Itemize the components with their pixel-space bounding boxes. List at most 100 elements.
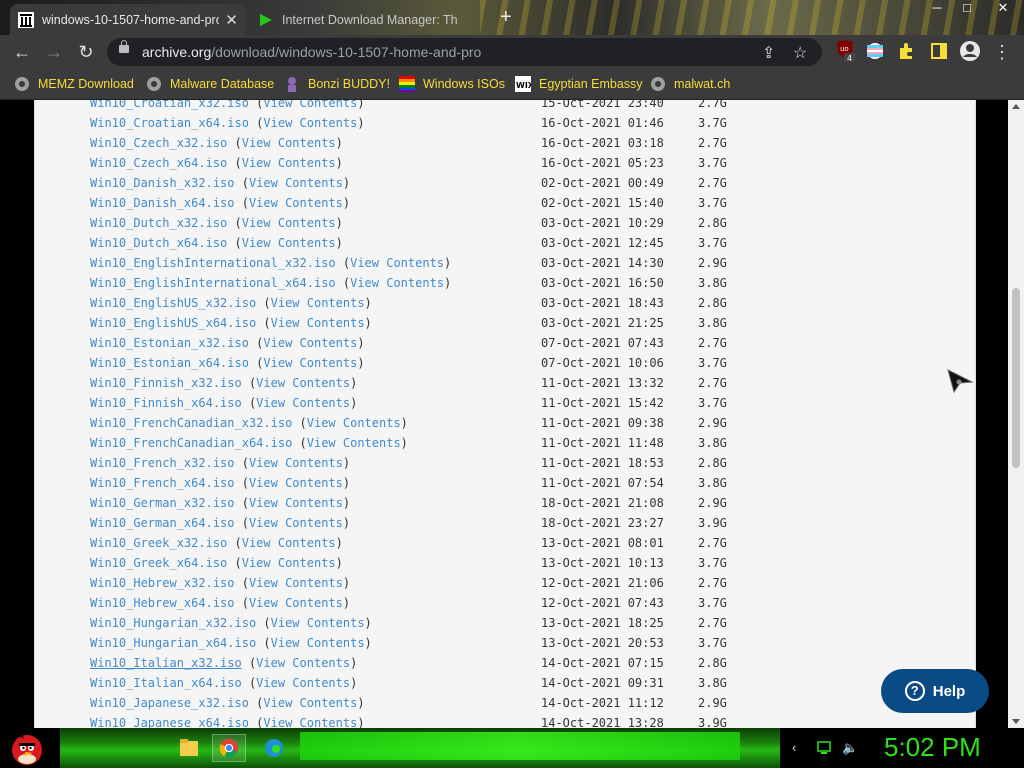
bookmark-star-icon[interactable]: ☆ <box>793 43 807 63</box>
view-contents-link[interactable]: View Contents <box>249 476 343 490</box>
view-contents-link[interactable]: View Contents <box>271 296 365 310</box>
view-contents-link[interactable]: View Contents <box>249 176 343 190</box>
file-link[interactable]: Win10_Greek_x32.iso <box>90 536 227 550</box>
maximize-button[interactable]: □ <box>950 0 984 20</box>
help-button[interactable]: ? Help <box>881 669 989 713</box>
view-contents-link[interactable]: View Contents <box>263 356 357 370</box>
file-link[interactable]: Win10_EnglishInternational_x64.iso <box>90 276 336 290</box>
file-link[interactable]: Win10_French_x32.iso <box>90 456 235 470</box>
file-link[interactable]: Win10_German_x64.iso <box>90 516 235 530</box>
file-explorer-icon[interactable] <box>172 734 206 762</box>
view-contents-link[interactable]: View Contents <box>249 576 343 590</box>
file-link[interactable]: Win10_Hebrew_x32.iso <box>90 576 235 590</box>
bookmark-malwatch[interactable]: malwat.ch <box>650 75 730 93</box>
page-scrollbar[interactable] <box>1008 100 1024 728</box>
bookmark-bonzi-buddy[interactable]: Bonzi BUDDY! <box>284 75 390 93</box>
chrome-taskbar-icon[interactable] <box>212 734 246 762</box>
view-contents-link[interactable]: View Contents <box>249 456 343 470</box>
view-contents-link[interactable]: View Contents <box>242 236 336 250</box>
share-icon[interactable]: ⇪ <box>762 43 775 63</box>
forward-arrow-icon[interactable]: → <box>43 41 65 63</box>
file-link[interactable]: Win10_Dutch_x32.iso <box>90 216 227 230</box>
view-contents-link[interactable]: View Contents <box>256 396 350 410</box>
file-link[interactable]: Win10_French_x64.iso <box>90 476 235 490</box>
bookmark-memz[interactable]: MEMZ Download <box>14 75 134 93</box>
view-contents-link[interactable]: View Contents <box>263 696 357 710</box>
minimize-button[interactable]: ─ <box>920 0 954 20</box>
file-link[interactable]: Win10_Hungarian_x64.iso <box>90 636 256 650</box>
tab-idm[interactable]: Internet Download Manager: Th <box>250 4 490 35</box>
view-contents-link[interactable]: View Contents <box>242 136 336 150</box>
scroll-up-arrow-icon[interactable] <box>1012 104 1020 109</box>
volume-icon[interactable]: 🔈 <box>842 740 858 756</box>
file-link[interactable]: Win10_Finnish_x32.iso <box>90 376 242 390</box>
file-link[interactable]: Win10_FrenchCanadian_x32.iso <box>90 416 292 430</box>
view-contents-link[interactable]: View Contents <box>242 216 336 230</box>
view-contents-link[interactable]: View Contents <box>263 100 357 110</box>
scroll-down-arrow-icon[interactable] <box>1012 719 1020 724</box>
network-icon[interactable] <box>816 740 832 756</box>
menu-kebab-icon[interactable]: ⋮ <box>991 41 1013 63</box>
close-tab-icon[interactable]: ✕ <box>225 11 238 29</box>
view-contents-link[interactable]: View Contents <box>263 336 357 350</box>
view-contents-link[interactable]: View Contents <box>249 196 343 210</box>
view-contents-link[interactable]: View Contents <box>242 156 336 170</box>
bookmark-windows-isos[interactable]: Windows ISOs <box>399 75 505 93</box>
close-window-button[interactable]: ✕ <box>986 0 1020 20</box>
view-contents-link[interactable]: View Contents <box>256 376 350 390</box>
file-link[interactable]: Win10_Hungarian_x32.iso <box>90 616 256 630</box>
view-contents-link[interactable]: View Contents <box>271 636 365 650</box>
view-contents-link[interactable]: View Contents <box>242 536 336 550</box>
lock-icon[interactable] <box>119 40 129 53</box>
new-tab-button[interactable]: + <box>500 6 512 29</box>
view-contents-link[interactable]: View Contents <box>249 596 343 610</box>
address-bar[interactable]: archive.org/download/windows-10-1507-hom… <box>107 38 822 66</box>
file-link[interactable]: Win10_Croatian_x32.iso <box>90 100 249 110</box>
file-link[interactable]: Win10_Czech_x64.iso <box>90 156 227 170</box>
reload-icon[interactable]: ↻ <box>75 41 97 63</box>
show-hidden-icons-chevron-icon[interactable]: ‹ <box>792 740 796 755</box>
bookmark-malware-database[interactable]: Malware Database <box>146 75 274 93</box>
file-link[interactable]: Win10_EnglishUS_x64.iso <box>90 316 256 330</box>
file-link[interactable]: Win10_Hebrew_x64.iso <box>90 596 235 610</box>
view-contents-link[interactable]: View Contents <box>271 316 365 330</box>
file-link[interactable]: Win10_EnglishInternational_x32.iso <box>90 256 336 270</box>
view-contents-link[interactable]: View Contents <box>350 256 444 270</box>
taskbar-clock[interactable]: 5:02 PM <box>884 732 981 763</box>
file-link[interactable]: Win10_Italian_x64.iso <box>90 676 242 690</box>
flag-extension-icon[interactable] <box>864 40 886 62</box>
view-contents-link[interactable]: View Contents <box>350 276 444 290</box>
view-contents-link[interactable]: View Contents <box>249 496 343 510</box>
view-contents-link[interactable]: View Contents <box>307 436 401 450</box>
file-link[interactable]: Win10_Dutch_x64.iso <box>90 236 227 250</box>
file-link[interactable]: Win10_FrenchCanadian_x64.iso <box>90 436 292 450</box>
view-contents-link[interactable]: View Contents <box>263 716 357 728</box>
view-contents-link[interactable]: View Contents <box>256 676 350 690</box>
file-link[interactable]: Win10_Danish_x64.iso <box>90 196 235 210</box>
file-link[interactable]: Win10_EnglishUS_x32.iso <box>90 296 256 310</box>
profile-avatar-icon[interactable] <box>959 40 981 62</box>
tab-archive[interactable]: windows-10-1507-home-and-pro ✕ <box>10 4 246 35</box>
file-link[interactable]: Win10_Estonian_x64.iso <box>90 356 249 370</box>
file-link[interactable]: Win10_Italian_x32.iso <box>90 656 242 670</box>
start-angry-bird-icon[interactable] <box>8 729 46 767</box>
view-contents-link[interactable]: View Contents <box>249 516 343 530</box>
ublock-extension-icon[interactable]: uo 4 <box>834 40 856 62</box>
view-contents-link[interactable]: View Contents <box>242 556 336 570</box>
scrollbar-thumb[interactable] <box>1012 288 1020 468</box>
file-link[interactable]: Win10_Estonian_x32.iso <box>90 336 249 350</box>
file-link[interactable]: Win10_Greek_x64.iso <box>90 556 227 570</box>
file-link[interactable]: Win10_Croatian_x64.iso <box>90 116 249 130</box>
file-link[interactable]: Win10_Czech_x32.iso <box>90 136 227 150</box>
view-contents-link[interactable]: View Contents <box>307 416 401 430</box>
view-contents-link[interactable]: View Contents <box>256 656 350 670</box>
file-link[interactable]: Win10_German_x32.iso <box>90 496 235 510</box>
back-arrow-icon[interactable]: ← <box>11 41 33 63</box>
side-panel-icon[interactable] <box>928 40 950 62</box>
view-contents-link[interactable]: View Contents <box>263 116 357 130</box>
view-contents-link[interactable]: View Contents <box>271 616 365 630</box>
file-link[interactable]: Win10_Japanese_x64.iso <box>90 716 249 728</box>
bookmark-egyptian-embassy[interactable]: WIX Egyptian Embassy <box>515 75 643 93</box>
edge-taskbar-icon[interactable] <box>257 734 291 762</box>
file-link[interactable]: Win10_Danish_x32.iso <box>90 176 235 190</box>
